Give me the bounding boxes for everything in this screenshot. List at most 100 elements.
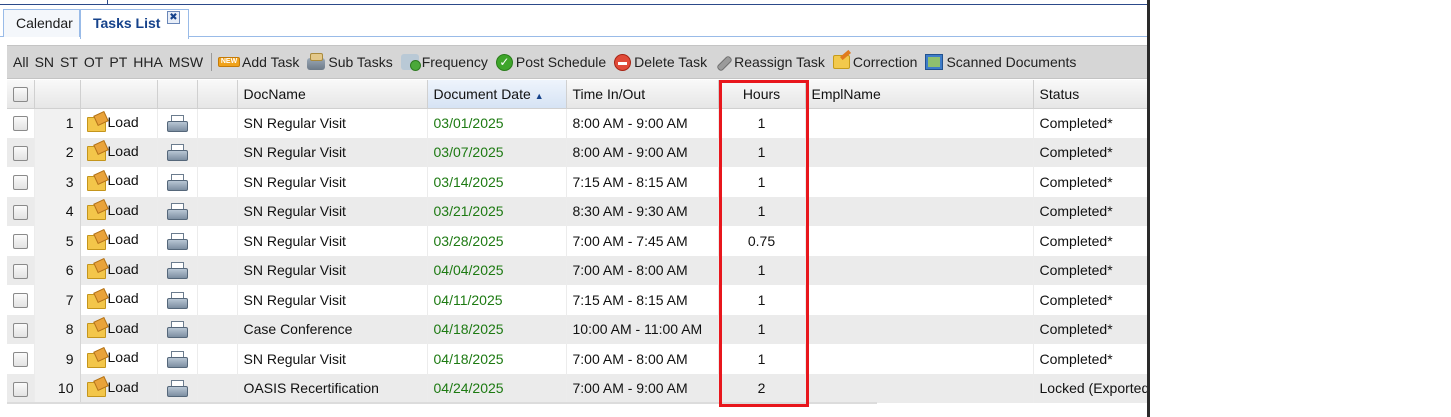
table-row[interactable]: 9 Load SN Regular Visit 04/18/2025 7:00 AM -… bbox=[7, 344, 1147, 374]
printer-icon[interactable] bbox=[167, 114, 188, 132]
scanned-documents-button[interactable]: Scanned Documents bbox=[925, 54, 1076, 70]
print-cell[interactable] bbox=[157, 373, 198, 403]
print-cell[interactable] bbox=[157, 344, 198, 374]
row-select-cell[interactable] bbox=[7, 137, 35, 167]
table-row[interactable]: 10 Load OASIS Recertification 04/24/2025 7:0… bbox=[7, 373, 1147, 403]
select-all-header[interactable] bbox=[7, 80, 35, 109]
sub-tasks-button[interactable]: Sub Tasks bbox=[307, 53, 393, 70]
row-select-cell[interactable] bbox=[7, 285, 35, 315]
row-select-cell[interactable] bbox=[7, 167, 35, 197]
load-cell[interactable]: Load bbox=[80, 255, 158, 285]
sort-ascending-icon: ▲ bbox=[534, 90, 544, 101]
add-task-button[interactable]: NEW Add Task bbox=[218, 54, 299, 70]
col-status[interactable]: Status bbox=[1033, 80, 1147, 109]
load-label[interactable]: Load bbox=[108, 379, 139, 395]
row-checkbox[interactable] bbox=[13, 204, 28, 220]
filter-msw[interactable]: MSW bbox=[169, 54, 203, 70]
printer-icon[interactable] bbox=[167, 262, 188, 280]
print-cell[interactable] bbox=[157, 226, 198, 256]
print-cell[interactable] bbox=[157, 137, 198, 167]
load-cell[interactable]: Load bbox=[80, 108, 158, 138]
select-all-checkbox[interactable] bbox=[13, 87, 28, 103]
table-row[interactable]: 4 Load SN Regular Visit 03/21/2025 8:30 AM -… bbox=[7, 196, 1147, 226]
row-checkbox[interactable] bbox=[13, 145, 28, 161]
print-cell[interactable] bbox=[157, 108, 198, 138]
table-row[interactable]: 3 Load SN Regular Visit 03/14/2025 7:15 AM -… bbox=[7, 167, 1147, 197]
printer-icon[interactable] bbox=[167, 321, 188, 339]
printer-icon[interactable] bbox=[167, 173, 188, 191]
filter-ot[interactable]: OT bbox=[84, 54, 103, 70]
reassign-task-button[interactable]: Reassign Task bbox=[715, 54, 825, 70]
load-cell[interactable]: Load bbox=[80, 344, 158, 374]
row-select-cell[interactable] bbox=[7, 373, 35, 403]
print-cell[interactable] bbox=[157, 255, 198, 285]
load-cell[interactable]: Load bbox=[80, 285, 158, 315]
row-select-cell[interactable] bbox=[7, 314, 35, 344]
row-select-cell[interactable] bbox=[7, 226, 35, 256]
delete-task-icon bbox=[614, 53, 632, 71]
table-row[interactable]: 1 Load SN Regular Visit 03/01/2025 8:00 AM -… bbox=[7, 108, 1147, 138]
post-schedule-button[interactable]: ✓ Post Schedule bbox=[495, 53, 606, 71]
load-label[interactable]: Load bbox=[108, 172, 139, 188]
load-label[interactable]: Load bbox=[108, 349, 139, 365]
tab-calendar[interactable]: Calendar bbox=[3, 9, 80, 37]
load-cell[interactable]: Load bbox=[80, 137, 158, 167]
row-select-cell[interactable] bbox=[7, 255, 35, 285]
table-row[interactable]: 6 Load SN Regular Visit 04/04/2025 7:00 AM -… bbox=[7, 255, 1147, 285]
print-cell[interactable] bbox=[157, 167, 198, 197]
row-checkbox[interactable] bbox=[13, 175, 28, 191]
print-cell[interactable] bbox=[157, 314, 198, 344]
table-row[interactable]: 8 Load Case Conference 04/18/2025 10:00 AM -… bbox=[7, 314, 1147, 344]
load-cell[interactable]: Load bbox=[80, 226, 158, 256]
table-row[interactable]: 5 Load SN Regular Visit 03/28/2025 7:00 AM -… bbox=[7, 226, 1147, 256]
filter-all[interactable]: All bbox=[13, 54, 29, 70]
load-label[interactable]: Load bbox=[108, 231, 139, 247]
load-label[interactable]: Load bbox=[108, 320, 139, 336]
row-number: 5 bbox=[34, 226, 81, 256]
load-label[interactable]: Load bbox=[108, 261, 139, 277]
load-label[interactable]: Load bbox=[108, 290, 139, 306]
printer-icon[interactable] bbox=[167, 350, 188, 368]
printer-icon[interactable] bbox=[167, 144, 188, 162]
load-cell[interactable]: Load bbox=[80, 314, 158, 344]
row-checkbox[interactable] bbox=[13, 381, 28, 397]
col-emplname[interactable]: EmplName bbox=[805, 80, 1034, 109]
load-cell[interactable]: Load bbox=[80, 167, 158, 197]
filter-hha[interactable]: HHA bbox=[133, 54, 163, 70]
col-hours[interactable]: Hours bbox=[718, 80, 806, 109]
printer-icon[interactable] bbox=[167, 291, 188, 309]
print-cell[interactable] bbox=[157, 285, 198, 315]
row-checkbox[interactable] bbox=[13, 322, 28, 338]
col-document-date[interactable]: Document Date ▲ bbox=[427, 80, 567, 109]
close-icon[interactable]: ✖ bbox=[167, 11, 180, 24]
filter-st[interactable]: ST bbox=[60, 54, 78, 70]
print-cell[interactable] bbox=[157, 196, 198, 226]
printer-icon[interactable] bbox=[167, 203, 188, 221]
col-time-in-out[interactable]: Time In/Out bbox=[566, 80, 719, 109]
row-select-cell[interactable] bbox=[7, 108, 35, 138]
row-checkbox[interactable] bbox=[13, 234, 28, 250]
load-cell[interactable]: Load bbox=[80, 373, 158, 403]
reassign-task-label: Reassign Task bbox=[734, 54, 825, 70]
correction-button[interactable]: Correction bbox=[832, 54, 917, 70]
col-docname[interactable]: DocName bbox=[237, 80, 428, 109]
load-cell[interactable]: Load bbox=[80, 196, 158, 226]
filter-pt[interactable]: PT bbox=[109, 54, 127, 70]
frequency-button[interactable]: Frequency bbox=[400, 54, 488, 71]
load-label[interactable]: Load bbox=[108, 202, 139, 218]
table-row[interactable]: 2 Load SN Regular Visit 03/07/2025 8:00 AM -… bbox=[7, 137, 1147, 167]
printer-icon[interactable] bbox=[167, 380, 188, 398]
filter-sn[interactable]: SN bbox=[35, 54, 54, 70]
docname-cell: SN Regular Visit bbox=[237, 196, 428, 226]
delete-task-button[interactable]: Delete Task bbox=[614, 53, 707, 71]
row-select-cell[interactable] bbox=[7, 196, 35, 226]
row-checkbox[interactable] bbox=[13, 263, 28, 279]
load-label[interactable]: Load bbox=[108, 143, 139, 159]
table-row[interactable]: 7 Load SN Regular Visit 04/11/2025 7:15 AM -… bbox=[7, 285, 1147, 315]
load-label[interactable]: Load bbox=[108, 114, 139, 130]
printer-icon[interactable] bbox=[167, 232, 188, 250]
row-checkbox[interactable] bbox=[13, 352, 28, 368]
row-select-cell[interactable] bbox=[7, 344, 35, 374]
row-checkbox[interactable] bbox=[13, 293, 28, 309]
row-checkbox[interactable] bbox=[13, 116, 28, 132]
